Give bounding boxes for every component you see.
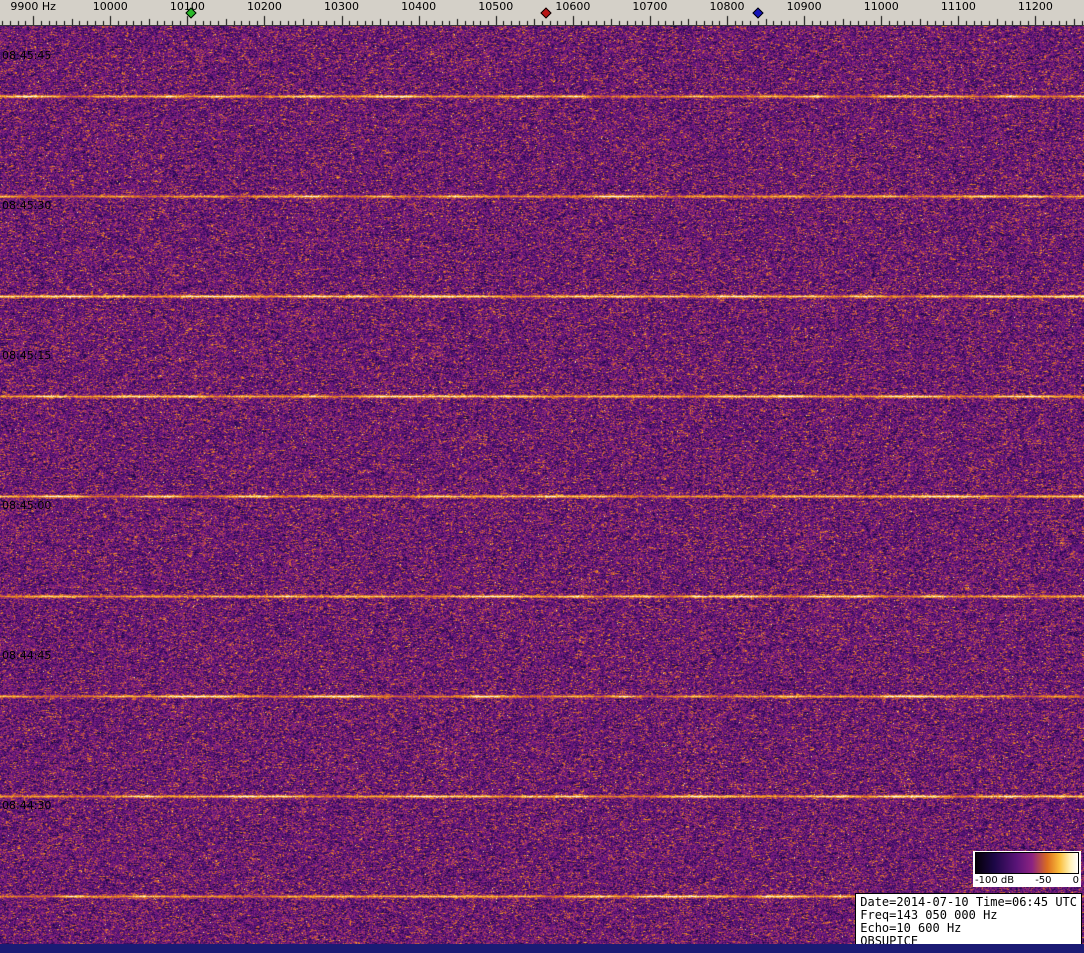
observation-info-box: Date=2014-07-10 Time=06:45 UTC Freq=143 … xyxy=(855,893,1082,951)
waterfall-spectrogram-canvas[interactable] xyxy=(0,26,1084,953)
intensity-colorbar: -100 dB -50 0 xyxy=(973,851,1081,887)
freq-tick-label: 11000 xyxy=(863,0,899,13)
freq-tick-label: 10500 xyxy=(478,0,514,13)
freq-tick-label: 10900 xyxy=(786,0,822,13)
colorbar-min-label: -100 dB xyxy=(975,875,1015,886)
freq-tick-label: 9900 Hz xyxy=(10,0,56,13)
colorbar-gradient xyxy=(975,852,1079,874)
freq-tick-label: 10000 xyxy=(92,0,128,13)
colorbar-scale-labels: -100 dB -50 0 xyxy=(975,874,1079,887)
freq-tick-label: 10800 xyxy=(709,0,745,13)
freq-tick-label: 10300 xyxy=(324,0,360,13)
colorbar-max-label: 0 xyxy=(1072,875,1079,886)
frequency-ruler[interactable]: 9900 Hz 10000 10100 10200 10300 10400 10500 106… xyxy=(0,0,1084,26)
freq-tick-label: 11200 xyxy=(1017,0,1053,13)
freq-tick-label: 10600 xyxy=(555,0,591,13)
freq-tick-label: 10400 xyxy=(401,0,437,13)
colorbar-mid-label: -50 xyxy=(1035,875,1052,886)
freq-tick-label: 10700 xyxy=(632,0,668,13)
waterfall-bottom-strip xyxy=(0,944,1084,953)
freq-tick-label: 10200 xyxy=(246,0,282,13)
freq-tick-label: 11100 xyxy=(940,0,976,13)
